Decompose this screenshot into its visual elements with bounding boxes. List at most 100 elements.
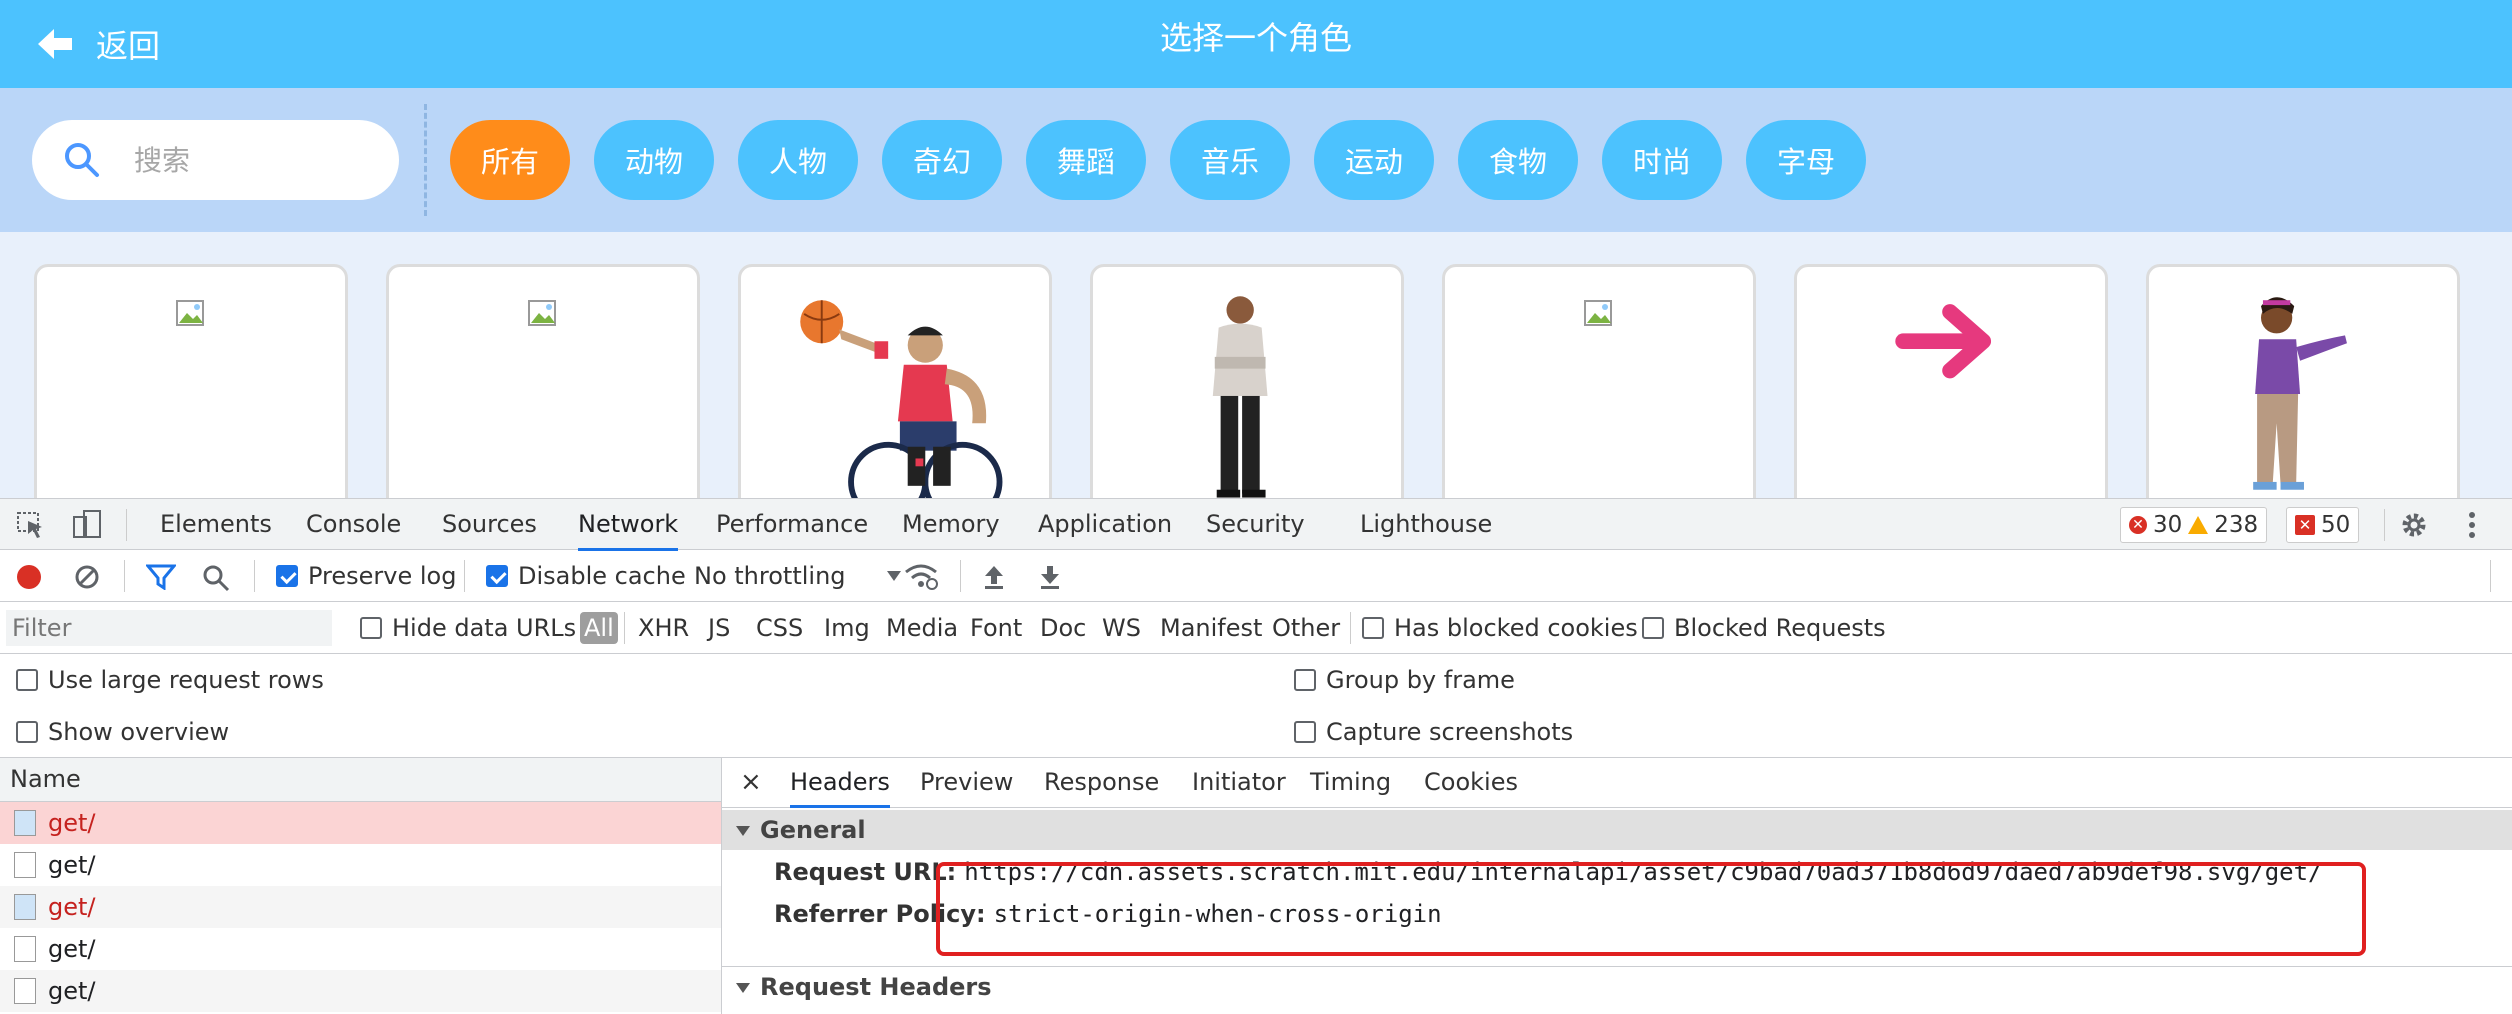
request-name: get/	[48, 893, 96, 921]
network-settings: Use large request rows Group by frame Sh…	[0, 654, 2512, 758]
throttling-select[interactable]: No throttling	[694, 550, 902, 602]
dropdown-caret-icon	[886, 571, 901, 581]
tab-application[interactable]: Application	[1038, 499, 1172, 551]
close-details-icon[interactable]: ×	[740, 758, 762, 808]
tab-network[interactable]: Network	[578, 499, 679, 551]
tab-elements[interactable]: Elements	[160, 499, 272, 551]
tab-console[interactable]: Console	[306, 499, 401, 551]
disable-cache-checkbox[interactable]: Disable cache	[486, 550, 686, 602]
tag-animals[interactable]: 动物	[594, 120, 714, 200]
request-row[interactable]: get/	[0, 886, 721, 928]
checkbox-checked[interactable]	[276, 565, 298, 587]
capture-screenshots-label: Capture screenshots	[1326, 718, 1574, 746]
tab-headers[interactable]: Headers	[790, 758, 890, 808]
tab-memory[interactable]: Memory	[902, 499, 1000, 551]
filter-type-ws[interactable]: WS	[1102, 602, 1141, 654]
has-blocked-cookies-checkbox[interactable]: Has blocked cookies	[1362, 602, 1638, 654]
tab-response[interactable]: Response	[1044, 758, 1159, 808]
tag-music[interactable]: 音乐	[1170, 120, 1290, 200]
checkbox-checked[interactable]	[486, 565, 508, 587]
tab-performance[interactable]: Performance	[716, 499, 868, 551]
tag-fashion[interactable]: 时尚	[1602, 120, 1722, 200]
tab-cookies[interactable]: Cookies	[1424, 758, 1518, 808]
sprite-card[interactable]	[2146, 264, 2460, 524]
sprite-card[interactable]	[1442, 264, 1756, 524]
checkbox-unchecked[interactable]	[1362, 617, 1384, 639]
tag-all[interactable]: 所有	[450, 120, 570, 200]
checkbox-unchecked[interactable]	[1642, 617, 1664, 639]
filter-funnel-icon[interactable]	[146, 564, 176, 590]
export-har-icon[interactable]	[1038, 564, 1062, 590]
device-toolbar-icon[interactable]	[70, 509, 104, 541]
filter-type-img[interactable]: Img	[824, 602, 870, 654]
issues-count-badge[interactable]: ✕ 50	[2286, 507, 2360, 543]
capture-screenshots-checkbox[interactable]: Capture screenshots	[1294, 706, 1573, 758]
request-row[interactable]: get/	[0, 928, 721, 970]
sprite-card[interactable]	[738, 264, 1052, 524]
person-sprite	[1212, 296, 1268, 498]
filter-type-media[interactable]: Media	[886, 602, 958, 654]
inspect-element-icon[interactable]	[16, 511, 46, 539]
network-conditions-icon[interactable]	[904, 562, 938, 590]
toolbar-separator	[960, 560, 961, 592]
request-row[interactable]: get/	[0, 844, 721, 886]
filter-type-xhr[interactable]: XHR	[638, 602, 689, 654]
tag-sports[interactable]: 运动	[1314, 120, 1434, 200]
filter-input[interactable]	[6, 610, 332, 646]
sprite-card[interactable]	[34, 264, 348, 524]
page-title: 选择一个角色	[1159, 19, 1352, 57]
checkbox-unchecked[interactable]	[1294, 669, 1316, 691]
filter-type-manifest[interactable]: Manifest	[1160, 602, 1262, 654]
tag-people[interactable]: 人物	[738, 120, 858, 200]
search-input[interactable]	[132, 142, 376, 178]
devtools-tab-bar: Elements Console Sources Network Perform…	[0, 498, 2512, 551]
large-rows-checkbox[interactable]: Use large request rows	[16, 654, 324, 706]
hide-data-urls-checkbox[interactable]: Hide data URLs	[360, 602, 576, 654]
checkbox-unchecked[interactable]	[1294, 721, 1316, 743]
request-row[interactable]: get/	[0, 970, 721, 1012]
search-icon[interactable]	[202, 564, 230, 592]
console-counts[interactable]: ✕ 30 238	[2120, 507, 2268, 543]
more-options-icon[interactable]	[2462, 509, 2482, 541]
request-row[interactable]: get/	[0, 802, 721, 844]
checkbox-unchecked[interactable]	[16, 721, 38, 743]
general-section-toggle[interactable]: General	[722, 810, 2512, 850]
name-column-header[interactable]: Name	[0, 758, 721, 802]
toolbar-separator	[2490, 560, 2491, 592]
tab-initiator[interactable]: Initiator	[1192, 758, 1286, 808]
checkbox-unchecked[interactable]	[16, 669, 38, 691]
tag-dance[interactable]: 舞蹈	[1026, 120, 1146, 200]
group-by-frame-checkbox[interactable]: Group by frame	[1294, 654, 1515, 706]
blocked-requests-checkbox[interactable]: Blocked Requests	[1642, 602, 1886, 654]
filter-type-js[interactable]: JS	[708, 602, 730, 654]
preserve-log-checkbox[interactable]: Preserve log	[276, 550, 456, 602]
checkbox-unchecked[interactable]	[360, 617, 382, 639]
redirect-file-icon	[14, 978, 36, 1004]
filter-type-doc[interactable]: Doc	[1040, 602, 1086, 654]
show-overview-checkbox[interactable]: Show overview	[16, 706, 229, 758]
tag-fantasy[interactable]: 奇幻	[882, 120, 1002, 200]
sprite-card[interactable]	[386, 264, 700, 524]
import-har-icon[interactable]	[982, 564, 1006, 590]
sprite-card[interactable]	[1794, 264, 2108, 524]
filter-type-other[interactable]: Other	[1272, 602, 1340, 654]
tab-sources[interactable]: Sources	[442, 499, 537, 551]
record-icon[interactable]	[16, 564, 42, 590]
filter-type-all[interactable]: All	[580, 612, 618, 644]
network-filter-row: Hide data URLs All XHR JS CSS Img Media …	[0, 602, 2512, 654]
tab-timing[interactable]: Timing	[1310, 758, 1391, 808]
filter-type-css[interactable]: CSS	[756, 602, 803, 654]
tag-food[interactable]: 食物	[1458, 120, 1578, 200]
girl-sprite	[2253, 297, 2347, 490]
clear-icon[interactable]	[74, 564, 100, 590]
request-headers-section-toggle[interactable]: Request Headers	[722, 966, 2512, 1006]
filter-type-font[interactable]: Font	[970, 602, 1022, 654]
tab-security[interactable]: Security	[1206, 499, 1305, 551]
throttling-value: No throttling	[694, 562, 846, 590]
sprite-card[interactable]	[1090, 264, 1404, 524]
tab-preview[interactable]: Preview	[920, 758, 1013, 808]
settings-gear-icon[interactable]	[2398, 509, 2430, 541]
tab-lighthouse[interactable]: Lighthouse	[1360, 499, 1492, 551]
tag-letters[interactable]: 字母	[1746, 120, 1866, 200]
search-box[interactable]	[32, 120, 399, 200]
